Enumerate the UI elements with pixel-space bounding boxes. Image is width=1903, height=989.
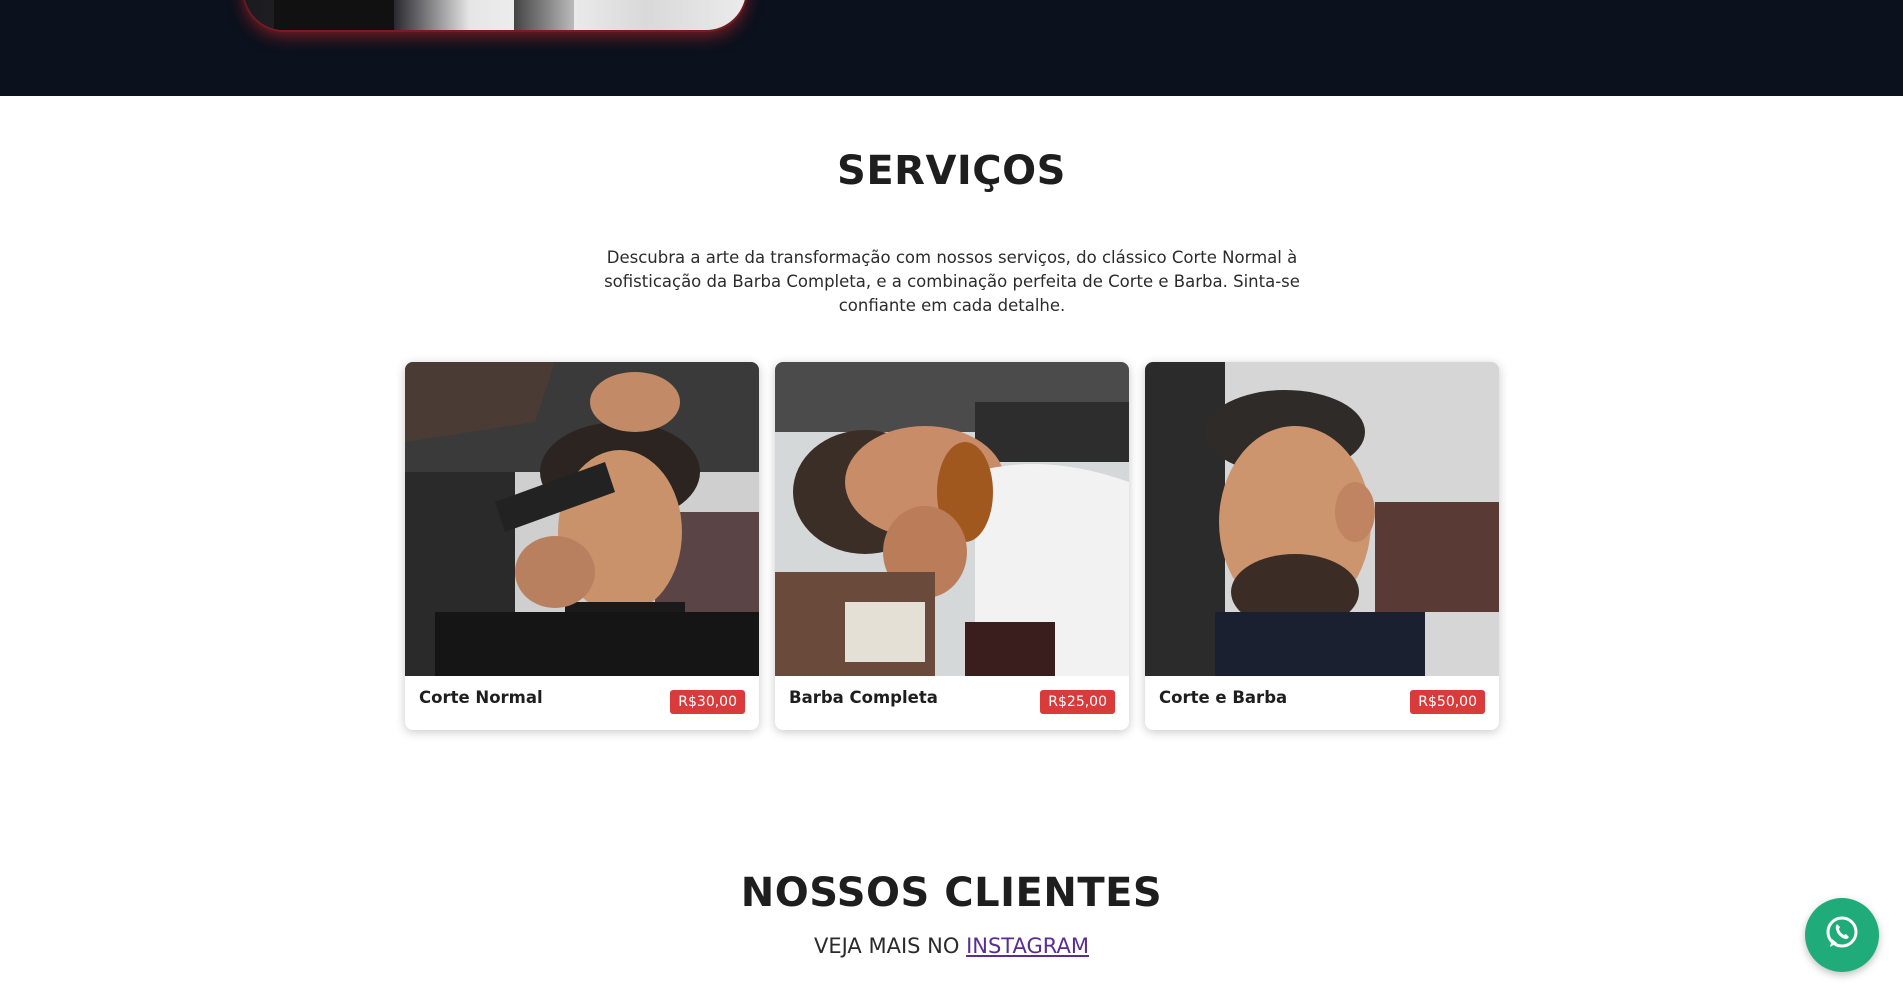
beard-photo — [775, 362, 1129, 676]
service-price-badge: R$30,00 — [670, 690, 745, 714]
service-card-corte-normal[interactable]: Corte Normal R$30,00 — [405, 362, 759, 730]
service-card-corte-e-barba[interactable]: Corte e Barba R$50,00 — [1145, 362, 1499, 730]
services-title: SERVIÇOS — [837, 148, 1066, 194]
service-name: Corte e Barba — [1159, 688, 1288, 707]
clients-title: NOSSOS CLIENTES — [740, 870, 1163, 916]
haircut-photo — [405, 362, 759, 676]
haircut-beard-photo — [1145, 362, 1499, 676]
hero-image — [244, 0, 746, 30]
service-card-barba-completa[interactable]: Barba Completa R$25,00 — [775, 362, 1129, 730]
clients-subtitle-prefix: VEJA MAIS NO — [813, 934, 960, 958]
services-description: Descubra a arte da transformação com nos… — [604, 248, 1300, 315]
clients-subtitle: VEJA MAIS NO INSTAGRAM — [0, 934, 1903, 958]
service-name: Barba Completa — [789, 688, 938, 707]
service-price-badge: R$25,00 — [1040, 690, 1115, 714]
whatsapp-button[interactable] — [1805, 898, 1879, 972]
hero-section — [0, 0, 1903, 96]
services-cards: Corte Normal R$30,00 Barba Completa R$25… — [405, 362, 1500, 730]
service-price-badge: R$50,00 — [1410, 690, 1485, 714]
service-name: Corte Normal — [419, 688, 543, 707]
instagram-link[interactable]: INSTAGRAM — [966, 934, 1089, 958]
whatsapp-icon — [1822, 913, 1862, 957]
